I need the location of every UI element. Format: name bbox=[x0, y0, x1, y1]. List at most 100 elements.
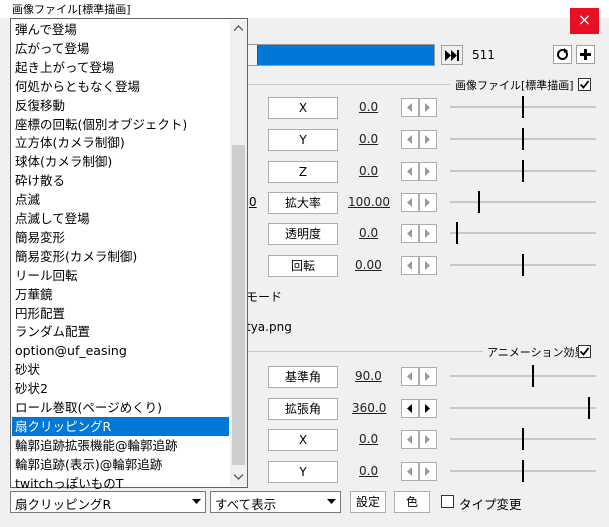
filter-combo[interactable]: すべて表示 bbox=[210, 491, 341, 513]
increment-button[interactable] bbox=[419, 430, 437, 449]
decrement-button[interactable] bbox=[401, 256, 419, 275]
increment-button[interactable] bbox=[419, 462, 437, 481]
dropdown-scrollbar[interactable] bbox=[230, 20, 247, 486]
effect-list-item[interactable]: 点滅 bbox=[12, 190, 229, 209]
decrement-button[interactable] bbox=[401, 430, 419, 449]
fast-forward-button[interactable] bbox=[441, 45, 463, 65]
refresh-button[interactable] bbox=[553, 45, 572, 64]
param-y-value[interactable]: 0.0 bbox=[359, 132, 378, 146]
effect-list-item[interactable]: リール回転 bbox=[12, 266, 229, 285]
effect-list-item[interactable]: twitchっぽいものT bbox=[12, 474, 229, 493]
slider-thumb[interactable] bbox=[520, 128, 526, 150]
effect-list-item[interactable]: 砕け散る bbox=[12, 171, 229, 190]
section-image-checkbox[interactable] bbox=[578, 78, 591, 91]
scroll-up-button[interactable] bbox=[230, 20, 247, 37]
param-opacity-slider[interactable] bbox=[450, 222, 600, 244]
effect-list-item[interactable]: ランダム配置 bbox=[12, 322, 229, 341]
color-button[interactable]: 色 bbox=[394, 491, 430, 513]
increment-button[interactable] bbox=[419, 399, 437, 418]
effect-list-item[interactable]: option@uf_easing bbox=[12, 341, 229, 360]
param-x-spinner[interactable] bbox=[401, 98, 437, 117]
slider-thumb[interactable] bbox=[586, 397, 592, 419]
increment-button[interactable] bbox=[419, 98, 437, 117]
param-anim-x-spinner[interactable] bbox=[401, 430, 437, 449]
decrement-button[interactable] bbox=[401, 399, 419, 418]
param-rotation-spinner[interactable] bbox=[401, 256, 437, 275]
param-anim-x-value[interactable]: 0.0 bbox=[359, 432, 378, 446]
decrement-button[interactable] bbox=[401, 98, 419, 117]
param-spread-angle-spinner[interactable] bbox=[401, 399, 437, 418]
section-anim-checkbox[interactable] bbox=[578, 345, 591, 358]
param-y-spinner[interactable] bbox=[401, 130, 437, 149]
effect-combo-arrow[interactable] bbox=[188, 492, 206, 512]
param-y-slider[interactable] bbox=[450, 128, 600, 150]
param-base-angle-slider[interactable] bbox=[450, 365, 600, 387]
param-anim-y-slider[interactable] bbox=[450, 460, 600, 482]
effect-list-item[interactable]: 砂状 bbox=[12, 360, 229, 379]
param-anim-x-button[interactable]: X bbox=[268, 429, 338, 451]
effect-list-item[interactable]: 点滅して登場 bbox=[12, 209, 229, 228]
slider-thumb[interactable] bbox=[476, 191, 482, 213]
decrement-button[interactable] bbox=[401, 367, 419, 386]
increment-button[interactable] bbox=[419, 130, 437, 149]
param-x-slider[interactable] bbox=[450, 96, 600, 118]
decrement-button[interactable] bbox=[401, 162, 419, 181]
param-rotation-slider[interactable] bbox=[450, 254, 600, 276]
decrement-button[interactable] bbox=[401, 462, 419, 481]
param-base-angle-value[interactable]: 90.0 bbox=[355, 369, 382, 383]
param-scale-slider[interactable] bbox=[450, 191, 600, 213]
increment-button[interactable] bbox=[419, 256, 437, 275]
param-opacity-spinner[interactable] bbox=[401, 224, 437, 243]
param-rotation-value[interactable]: 0.00 bbox=[355, 258, 382, 272]
close-button[interactable]: × bbox=[570, 8, 599, 34]
param-opacity-button[interactable]: 透明度 bbox=[268, 223, 338, 245]
slider-thumb[interactable] bbox=[520, 160, 526, 182]
slider-thumb[interactable] bbox=[520, 254, 526, 276]
add-button[interactable] bbox=[576, 45, 595, 64]
increment-button[interactable] bbox=[419, 193, 437, 212]
param-spread-angle-button[interactable]: 拡張角 bbox=[268, 398, 338, 420]
param-anim-y-button[interactable]: Y bbox=[268, 461, 338, 483]
param-base-angle-spinner[interactable] bbox=[401, 367, 437, 386]
effect-list-item[interactable]: 弾んで登場 bbox=[12, 20, 229, 39]
decrement-button[interactable] bbox=[401, 224, 419, 243]
effect-list-item[interactable]: 簡易変形 bbox=[12, 228, 229, 247]
param-opacity-value[interactable]: 0.0 bbox=[359, 226, 378, 240]
type-change-checkbox[interactable] bbox=[441, 495, 454, 508]
timeline-bar[interactable] bbox=[228, 44, 435, 66]
param-scale-value[interactable]: 100.00 bbox=[348, 195, 390, 209]
param-base-angle-button[interactable]: 基準角 bbox=[268, 366, 338, 388]
increment-button[interactable] bbox=[419, 162, 437, 181]
param-spread-angle-slider[interactable] bbox=[450, 397, 600, 419]
effect-list-item[interactable]: 起き上がって登場 bbox=[12, 58, 229, 77]
param-x-value[interactable]: 0.0 bbox=[359, 100, 378, 114]
slider-thumb[interactable] bbox=[530, 365, 536, 387]
slider-thumb[interactable] bbox=[454, 222, 460, 244]
param-spread-angle-value[interactable]: 360.0 bbox=[352, 401, 386, 415]
param-scale-spinner[interactable] bbox=[401, 193, 437, 212]
scroll-thumb[interactable] bbox=[232, 145, 245, 465]
param-rotation-button[interactable]: 回転 bbox=[268, 255, 338, 277]
param-y-button[interactable]: Y bbox=[268, 129, 338, 151]
effect-list-item[interactable]: 何処からともなく登場 bbox=[12, 77, 229, 96]
effect-list-item[interactable]: 球体(カメラ制御) bbox=[12, 152, 229, 171]
increment-button[interactable] bbox=[419, 367, 437, 386]
effect-list-item[interactable]: 万華鏡 bbox=[12, 285, 229, 304]
param-x-button[interactable]: X bbox=[268, 97, 338, 119]
effect-list-item[interactable]: 扇クリッピングR bbox=[12, 416, 229, 436]
param-scale-button[interactable]: 拡大率 bbox=[268, 192, 338, 214]
decrement-button[interactable] bbox=[401, 130, 419, 149]
effect-list-item[interactable]: 円形配置 bbox=[12, 304, 229, 323]
settings-button[interactable]: 設定 bbox=[350, 491, 386, 513]
param-anim-y-spinner[interactable] bbox=[401, 462, 437, 481]
effect-combo[interactable]: 扇クリッピングR bbox=[10, 491, 206, 513]
scroll-down-button[interactable] bbox=[230, 469, 247, 486]
param-z-button[interactable]: Z bbox=[268, 161, 338, 183]
param-z-value[interactable]: 0.0 bbox=[359, 164, 378, 178]
effect-list-item[interactable]: 輪郭追跡拡張機能@輪郭追跡 bbox=[12, 436, 229, 455]
effect-list-item[interactable]: 座標の回転(個別オブジェクト) bbox=[12, 115, 229, 134]
decrement-button[interactable] bbox=[401, 193, 419, 212]
increment-button[interactable] bbox=[419, 224, 437, 243]
effect-list-item[interactable]: 立方体(カメラ制御) bbox=[12, 133, 229, 152]
effect-list-item[interactable]: 反復移動 bbox=[12, 96, 229, 115]
